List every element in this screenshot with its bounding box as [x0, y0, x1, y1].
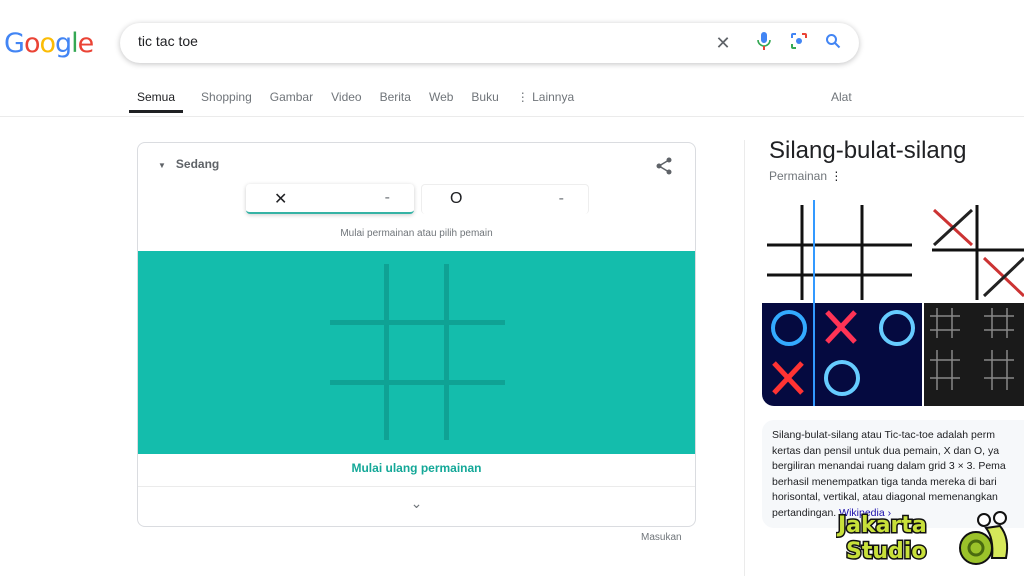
search-input[interactable]	[138, 33, 698, 49]
description-line: berhasil menempatkan tiga tanda mereka d…	[772, 475, 997, 488]
tab-semua[interactable]: Semua	[129, 90, 184, 113]
jakarta-studio-watermark: Jakarta Studio	[835, 508, 1016, 573]
divider	[138, 486, 695, 487]
description-line: Silang-bulat-silang atau Tic-tac-toe ada…	[772, 429, 995, 441]
expand-chevron-icon[interactable]: ⌄	[138, 495, 695, 512]
search-box: ✕	[120, 23, 859, 63]
tools-button[interactable]: Alat	[831, 90, 852, 104]
tab-gambar[interactable]: Gambar	[270, 90, 313, 113]
tab-buku[interactable]: Buku	[471, 90, 498, 113]
lens-icon[interactable]	[788, 32, 810, 54]
restart-button[interactable]: Mulai ulang permainan	[138, 461, 695, 475]
google-logo[interactable]: Google	[4, 28, 94, 59]
player-symbol: O	[450, 190, 463, 207]
more-options-icon[interactable]: ⋮	[830, 169, 842, 183]
grid-line	[330, 380, 505, 385]
share-icon[interactable]	[655, 157, 673, 180]
dark-grid-image[interactable]	[924, 303, 1024, 406]
description-line: bergiliran menandai ruang dalam grid 3 ×…	[772, 460, 1006, 472]
grid-line	[330, 320, 505, 325]
caret-down-icon: ▼	[158, 161, 166, 170]
tab-lainnya[interactable]: ⋮ Lainnya	[517, 90, 574, 113]
description-line: horisontal, vertikal, atau diagonal meme…	[772, 491, 998, 503]
knowledge-panel-title: Silang-bulat-silang	[769, 137, 967, 164]
grid-line	[384, 264, 389, 440]
tab-video[interactable]: Video	[331, 90, 361, 113]
tab-berita[interactable]: Berita	[380, 90, 411, 113]
column-divider	[744, 140, 745, 576]
search-icon[interactable]	[822, 32, 844, 54]
knowledge-panel-subtitle: Permainan ⋮	[769, 169, 842, 183]
description-line: pertandingan.	[772, 506, 837, 519]
mic-icon[interactable]	[753, 32, 775, 54]
tab-web[interactable]: Web	[429, 90, 453, 113]
difficulty-label: Sedang	[175, 157, 220, 171]
grid-line	[444, 264, 449, 440]
tic-tac-toe-card: ▼ Sedang ✕ - O- Mulai permainan atau pilih…	[137, 142, 696, 527]
snail-mascot-icon	[959, 511, 1009, 565]
header-divider	[0, 116, 1024, 117]
game-board[interactable]	[138, 251, 695, 454]
svg-text:Studio: Studio	[846, 539, 926, 564]
player-x-button[interactable]: ✕ -	[246, 184, 414, 214]
player-symbol: ✕	[274, 191, 288, 208]
tab-shopping[interactable]: Shopping	[201, 90, 252, 113]
subtitle-text: Permainan	[769, 169, 828, 183]
game-hint: Mulai permainan atau pilih pemain	[340, 228, 493, 239]
search-tabs: Semua Shopping Gambar Video Berita Web B…	[129, 90, 592, 113]
player-score: -	[558, 190, 564, 207]
image-gallery[interactable]	[762, 200, 1024, 406]
description-line: kertas dan pensil untuk dua pemain, X da…	[772, 444, 1000, 457]
feedback-link[interactable]: Masukan	[641, 532, 682, 543]
clear-icon[interactable]: ✕	[712, 32, 734, 54]
difficulty-dropdown[interactable]: ▼ Sedang	[158, 157, 219, 171]
svg-text:Jakarta: Jakarta	[836, 513, 927, 538]
player-score: -	[384, 189, 390, 206]
player-o-button[interactable]: O-	[421, 184, 589, 214]
